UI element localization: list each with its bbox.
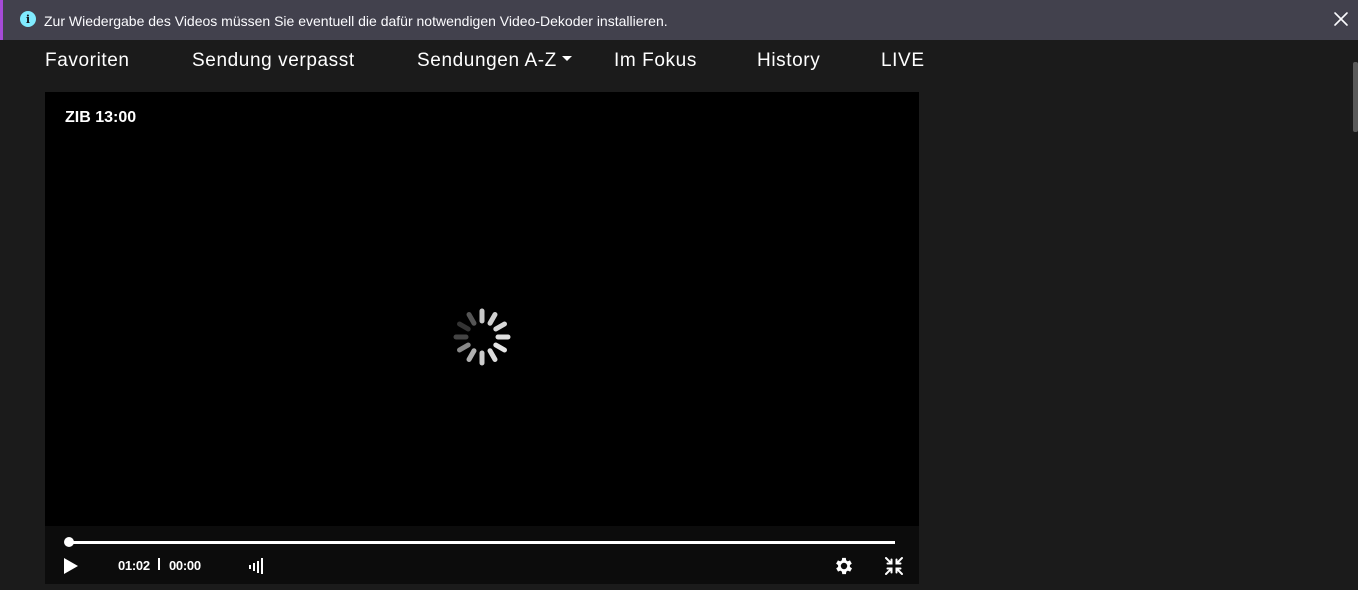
nav-item-im-fokus[interactable]: Im Fokus: [614, 50, 697, 72]
gear-icon[interactable]: [833, 555, 855, 577]
page: Favoriten Sendung verpasst Sendungen A-Z…: [0, 40, 1358, 590]
video-player[interactable]: ZIB 13:00 01:02 00:00: [45, 92, 919, 584]
caret-down-icon: [561, 56, 572, 62]
nav-item-sendungen-a-z[interactable]: Sendungen A-Z: [417, 50, 572, 72]
play-icon[interactable]: [62, 556, 80, 576]
player-controls: 01:02 00:00: [45, 526, 919, 584]
notification-message: Zur Wiedergabe des Videos müssen Sie eve…: [44, 13, 668, 29]
time-separator: [158, 558, 160, 570]
nav-item-label: Sendungen A-Z: [417, 50, 557, 71]
nav-item-history[interactable]: History: [757, 50, 820, 72]
video-title: ZIB 13:00: [65, 109, 137, 126]
notification-bar: i Zur Wiedergabe des Videos müssen Sie e…: [0, 0, 1358, 40]
info-icon: i: [20, 11, 36, 27]
fullscreen-exit-icon[interactable]: [884, 556, 904, 576]
progress-knob[interactable]: [64, 537, 74, 547]
remaining-time: 00:00: [169, 558, 201, 573]
volume-icon[interactable]: [248, 557, 266, 575]
main-nav: Favoriten Sendung verpasst Sendungen A-Z…: [45, 50, 925, 74]
loading-spinner-icon: [453, 308, 511, 366]
elapsed-time: 01:02: [118, 558, 150, 573]
close-icon[interactable]: [1333, 11, 1349, 27]
nav-item-live[interactable]: LIVE: [881, 50, 925, 72]
scrollbar[interactable]: [1353, 62, 1358, 132]
progress-bar[interactable]: [64, 537, 895, 547]
nav-item-sendung-verpasst[interactable]: Sendung verpasst: [192, 50, 355, 72]
nav-item-favoriten[interactable]: Favoriten: [45, 50, 130, 72]
